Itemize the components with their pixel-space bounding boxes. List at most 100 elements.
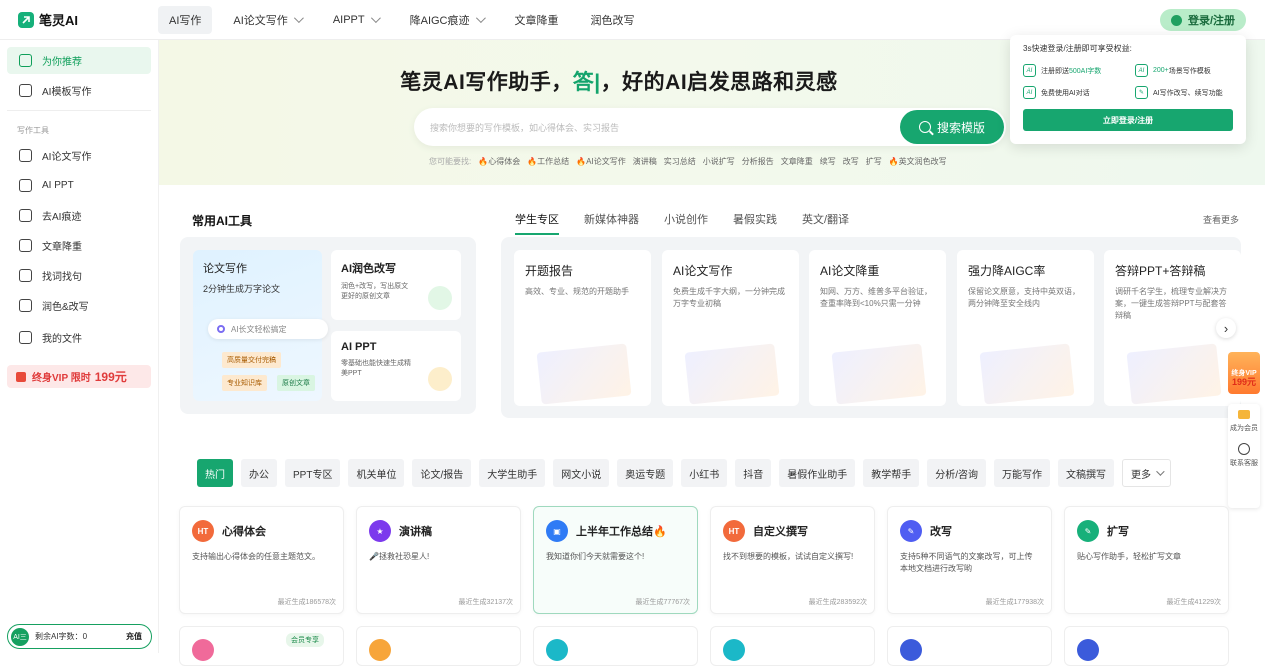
template-card[interactable] <box>887 626 1052 666</box>
chevron-down-icon <box>475 13 486 24</box>
nav-aippt[interactable]: AIPPT <box>322 8 389 32</box>
template-card[interactable]: ▣ 上半年工作总结🔥 我知道你们今天就需要这个! 最近生成77767次 <box>533 506 698 614</box>
ai-ppt-card[interactable]: AI PPT 零基础也能快速生成精美PPT <box>331 331 461 401</box>
tab-summer-practice[interactable]: 暑假实践 <box>733 211 777 235</box>
category-manuscript[interactable]: 文稿撰写 <box>1058 459 1115 487</box>
login-button[interactable]: 登录/注册 <box>1160 9 1246 31</box>
sidebar-item-template[interactable]: AI模板写作 <box>7 77 151 104</box>
template-card[interactable]: HT 自定义撰写 找不到想要的模板，试试自定义撰写! 最近生成283592次 <box>710 506 875 614</box>
sidebar-item-recommend[interactable]: 为你推荐 <box>7 47 151 74</box>
sidebar-item-dedupe[interactable]: 文章降重 <box>7 232 151 259</box>
top-nav: AI写作 AI论文写作 AIPPT 降AIGC痕迹 文章降重 润色改写 <box>158 5 656 34</box>
popup-login-button[interactable]: 立即登录/注册 <box>1023 109 1233 131</box>
sidebar-item-ai-paper[interactable]: AI论文写作 <box>7 142 151 169</box>
feature-tag: 专业知识库 <box>222 375 267 391</box>
recharge-button[interactable]: 充值 <box>126 631 142 642</box>
perk-text: 注册即送 <box>1041 67 1069 75</box>
category-olympics[interactable]: 奥运专题 <box>617 459 674 487</box>
credit-value: 0 <box>82 632 88 641</box>
logo[interactable]: 笔灵AI <box>18 10 158 29</box>
category-paper[interactable]: 论文/报告 <box>412 459 472 487</box>
hint-link[interactable]: 扩写 <box>866 156 882 167</box>
template-card[interactable] <box>533 626 698 666</box>
template-usage: 最近生成186578次 <box>277 599 336 606</box>
card-desc: 零基础也能快速生成精美PPT <box>341 360 411 377</box>
hint-link[interactable]: 文章降重 <box>781 156 813 167</box>
tab-novel[interactable]: 小说创作 <box>664 211 708 235</box>
hint-link[interactable]: 续写 <box>820 156 836 167</box>
sidebar-item-polish[interactable]: 润色&改写 <box>7 292 151 319</box>
template-card[interactable] <box>356 626 521 666</box>
hints-lead: 您可能要找: <box>429 157 472 166</box>
hint-link[interactable]: 分析报告 <box>742 156 774 167</box>
category-more[interactable]: 更多 <box>1122 459 1172 487</box>
nav-ai-paper[interactable]: AI论文写作 <box>222 6 311 34</box>
card-title: 强力降AIGC率 <box>968 264 1046 278</box>
category-office[interactable]: 办公 <box>241 459 277 487</box>
vip-float-badge[interactable]: 终身VIP 199元 <box>1228 352 1260 394</box>
category-college[interactable]: 大学生助手 <box>479 459 546 487</box>
category-douyin[interactable]: 抖音 <box>735 459 772 487</box>
card-desc: 知网、万方、维普多平台验证，查重率降到<10%只需一分钟 <box>820 287 932 308</box>
hint-link[interactable]: 改写 <box>843 156 859 167</box>
template-card[interactable]: ★ 演讲稿 🎤拯救社恐星人! 最近生成32137次 <box>356 506 521 614</box>
template-usage: 最近生成283592次 <box>808 599 867 606</box>
perk-list: AI 注册即送 500AI字数 AI 200+ 场景写作模板 AI 免费使用AI对话 ✎ A… <box>1023 64 1233 99</box>
template-icon: ▣ <box>546 520 568 542</box>
hint-link[interactable]: 🔥英文润色改写 <box>889 156 947 167</box>
tab-english[interactable]: 英文/翻译 <box>802 211 849 235</box>
template-card[interactable]: ✎ 扩写 贴心写作助手，轻松扩写文章 最近生成41229次 <box>1064 506 1229 614</box>
category-ppt[interactable]: PPT专区 <box>285 459 341 487</box>
become-member-button[interactable]: 成为会员 <box>1228 410 1260 433</box>
sidebar-item-ai-ppt[interactable]: AI PPT <box>7 172 151 199</box>
nav-polish[interactable]: 润色改写 <box>580 6 646 34</box>
category-government[interactable]: 机关单位 <box>348 459 405 487</box>
nav-dedupe[interactable]: 文章降重 <box>504 6 570 34</box>
sidebar-item-label: 文章降重 <box>42 242 82 253</box>
tool-card[interactable]: 开题报告 高效、专业、规范的开题助手 <box>514 250 651 406</box>
sidebar-item-find-words[interactable]: 找词找句 <box>7 262 151 289</box>
see-more-link[interactable]: 查看更多 <box>1203 213 1239 226</box>
sidebar-item-my-files[interactable]: 我的文件 <box>7 324 151 351</box>
sidebar-section-label: 写作工具 <box>17 126 49 135</box>
search-bar[interactable]: 搜索你想要的写作模板，如心得体会、实习报告 搜索模版 <box>414 108 1006 146</box>
template-card[interactable] <box>710 626 875 666</box>
category-universal[interactable]: 万能写作 <box>994 459 1051 487</box>
template-card[interactable] <box>1064 626 1229 666</box>
search-button[interactable]: 搜索模版 <box>900 110 1004 144</box>
category-analysis[interactable]: 分析/咨询 <box>927 459 987 487</box>
category-summer-homework[interactable]: 暑假作业助手 <box>779 459 856 487</box>
tab-new-media[interactable]: 新媒体神器 <box>584 211 639 235</box>
template-card[interactable]: 会员专享 <box>179 626 344 666</box>
tool-card[interactable]: AI论文写作 免费生成千字大纲，一分钟完成万字专业初稿 <box>662 250 799 406</box>
tab-students[interactable]: 学生专区 <box>515 211 559 235</box>
card-illustration <box>536 343 632 405</box>
hint-link[interactable]: 演讲稿 <box>633 156 657 167</box>
contact-service-button[interactable]: 联系客服 <box>1228 443 1260 468</box>
polish-rewrite-card[interactable]: AI润色改写 润色+改写，写出原文更好的原创文章 <box>331 250 461 320</box>
carousel-next-button[interactable]: › <box>1216 318 1236 338</box>
sidebar-item-label: 润色&改写 <box>42 302 89 313</box>
nav-ai-writing[interactable]: AI写作 <box>158 5 213 34</box>
tool-card[interactable]: 强力降AIGC率 保留论文原意，支持中英双语，两分钟降至安全线内 <box>957 250 1094 406</box>
search-input[interactable]: 搜索你想要的写作模板，如心得体会、实习报告 <box>430 121 619 134</box>
vip-promo[interactable]: 终身VIP 限时 199元 <box>7 365 151 388</box>
category-web-novel[interactable]: 网文小说 <box>553 459 610 487</box>
category-teaching[interactable]: 教学帮手 <box>863 459 920 487</box>
nav-reduce-aigc[interactable]: 降AIGC痕迹 <box>399 6 494 34</box>
tool-card[interactable]: AI论文降重知网、万方、维普多平台验证，查重率降到<10%只需一分钟 <box>809 250 946 406</box>
template-icon <box>192 639 214 661</box>
category-hot[interactable]: 热门 <box>197 459 233 487</box>
sidebar-item-remove-ai[interactable]: 去AI痕迹 <box>7 202 151 229</box>
login-benefits-popup: 3s快速登录/注册即可享受权益: AI 注册即送 500AI字数 AI 200+ 场景写… <box>1010 35 1246 144</box>
hint-link[interactable]: 🔥心得体会 <box>478 156 520 167</box>
hint-link[interactable]: 实习总结 <box>664 156 696 167</box>
hint-link[interactable]: 小说扩写 <box>703 156 735 167</box>
category-xiaohongshu[interactable]: 小红书 <box>681 459 728 487</box>
hint-link[interactable]: 🔥AI论文写作 <box>576 156 626 167</box>
template-card[interactable]: HT 心得体会 支持输出心得体会的任意主题范文。 最近生成186578次 <box>179 506 344 614</box>
card-title: AI论文降重 <box>820 264 880 278</box>
hint-link[interactable]: 🔥工作总结 <box>527 156 569 167</box>
template-card[interactable]: ✎ 改写 支持5种不同语气的文案改写，可上传本地文档进行改写哟 最近生成17793… <box>887 506 1052 614</box>
template-desc: 支持5种不同语气的文案改写，可上传本地文档进行改写哟 <box>900 552 1033 573</box>
